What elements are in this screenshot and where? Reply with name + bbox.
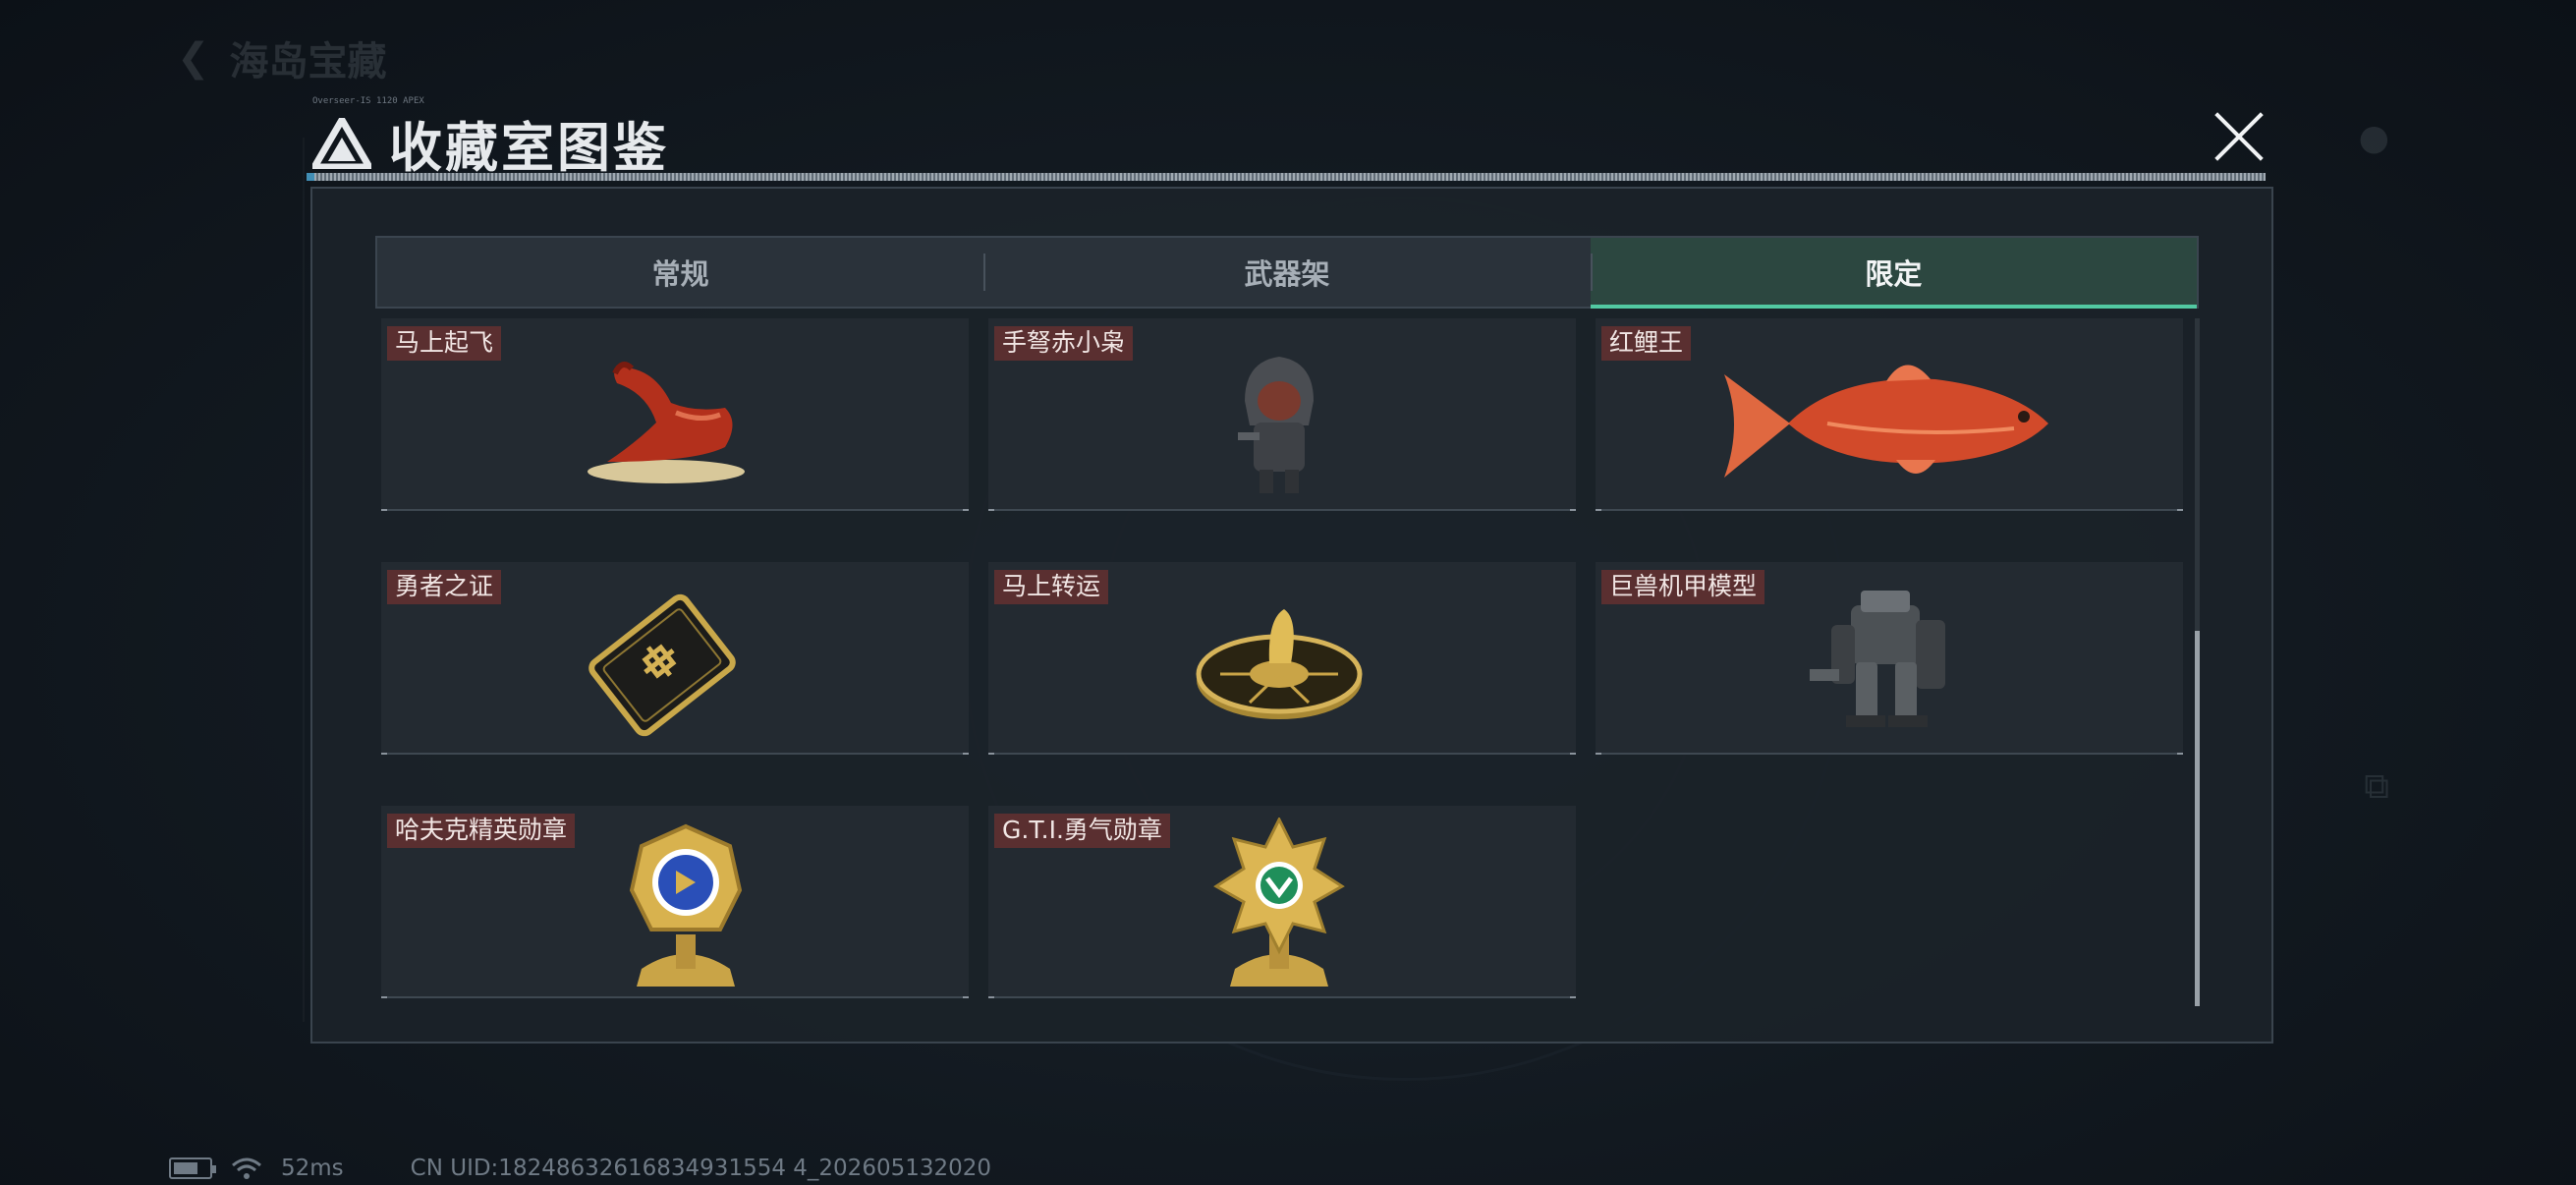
mech-model-icon bbox=[1802, 576, 1969, 747]
modal-title-group: 收藏室图鉴 bbox=[308, 104, 669, 182]
item-card-brave-card[interactable]: 勇者之证 bbox=[381, 562, 969, 755]
background-page-title: 海岛宝藏 bbox=[229, 39, 387, 85]
background-share-icon: ⧉ bbox=[2364, 766, 2389, 807]
modal-header: Overseer-IS 1120 APEX 收藏室图鉴 bbox=[307, 94, 2269, 182]
item-card-haavk-medal[interactable]: 哈夫克精英勋章 bbox=[381, 806, 969, 998]
tab-limited[interactable]: 限定 bbox=[1590, 238, 2198, 309]
modal-title: 收藏室图鉴 bbox=[389, 117, 669, 179]
item-name: 马上转运 bbox=[994, 570, 1109, 604]
gold-card-icon bbox=[574, 582, 751, 753]
green-medal-icon bbox=[1210, 816, 1348, 1002]
background-left-panel bbox=[157, 138, 305, 1022]
item-name: 手弩赤小枭 bbox=[994, 326, 1134, 361]
battery-icon bbox=[169, 1157, 216, 1179]
ping-value: 52ms bbox=[281, 1156, 344, 1181]
hooded-figure-icon bbox=[1230, 352, 1328, 503]
item-name: 勇者之证 bbox=[387, 570, 502, 604]
horse-statue-icon bbox=[578, 354, 755, 495]
item-card-horse[interactable]: 马上起飞 bbox=[381, 318, 969, 511]
red-carp-icon bbox=[1719, 350, 2053, 501]
user-uid: CN UID:18248632616834931554 4_2026051320… bbox=[410, 1156, 992, 1181]
close-icon[interactable] bbox=[2211, 108, 2268, 165]
wifi-icon bbox=[230, 1156, 263, 1181]
background-user-icon: ● bbox=[2358, 118, 2389, 158]
golden-wheel-icon bbox=[1191, 590, 1368, 731]
item-card-hooded-figure[interactable]: 手弩赤小枭 bbox=[988, 318, 1576, 511]
collection-modal: 常规 武器架 限定 马上起飞 手弩赤小枭 红鲤王 勇者之证 马上转运 巨兽机甲模… bbox=[310, 187, 2273, 1044]
item-name: 巨兽机甲模型 bbox=[1601, 570, 1765, 604]
item-card-golden-wheel[interactable]: 马上转运 bbox=[988, 562, 1576, 755]
item-name: 哈夫克精英勋章 bbox=[387, 814, 576, 848]
blue-medal-icon bbox=[617, 821, 755, 1002]
tab-regular[interactable]: 常规 bbox=[377, 238, 983, 307]
header-divider bbox=[307, 173, 2266, 181]
background-back-nav: ❮ 海岛宝藏 bbox=[177, 29, 387, 86]
item-card-red-carp[interactable]: 红鲤王 bbox=[1596, 318, 2183, 511]
item-name: 马上起飞 bbox=[387, 326, 502, 361]
scrollbar-thumb[interactable] bbox=[2195, 631, 2200, 1006]
back-arrow-icon: ❮ bbox=[177, 35, 210, 81]
item-card-mech[interactable]: 巨兽机甲模型 bbox=[1596, 562, 2183, 755]
item-name: G.T.I.勇气勋章 bbox=[994, 814, 1170, 848]
item-card-gti-medal[interactable]: G.T.I.勇气勋章 bbox=[988, 806, 1576, 998]
delta-logo-icon bbox=[308, 112, 376, 170]
item-name: 红鲤王 bbox=[1601, 326, 1692, 361]
tab-weapon-rack[interactable]: 武器架 bbox=[983, 238, 1590, 307]
status-bar: 52ms CN UID:18248632616834931554 4_20260… bbox=[169, 1152, 991, 1185]
category-tabs: 常规 武器架 限定 bbox=[375, 236, 2199, 309]
background-right-panel bbox=[2301, 108, 2429, 992]
grid-scrollbar[interactable] bbox=[2195, 318, 2200, 1006]
